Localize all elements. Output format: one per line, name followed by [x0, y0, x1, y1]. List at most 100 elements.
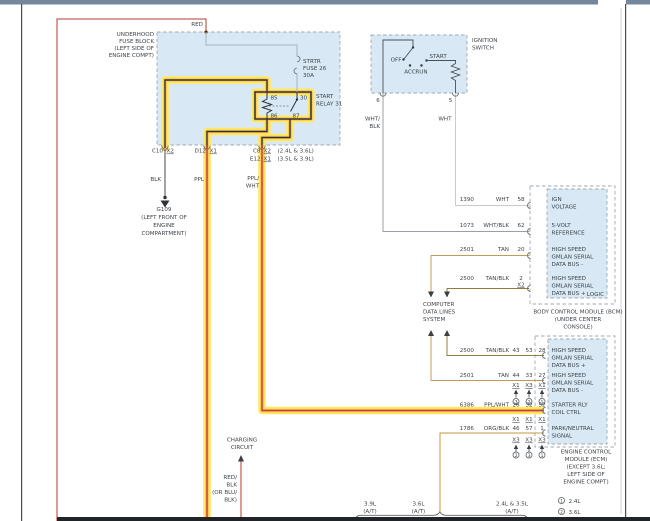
wire-color-label: BLK [226, 483, 237, 489]
pin-function: PARK/NEUTRAL [552, 426, 595, 432]
ecm-caption: MODULE (ECM) [565, 457, 608, 463]
circuit-number: 1390 [460, 197, 475, 203]
frame-right [625, 4, 626, 521]
variant-ref: 2 [515, 453, 518, 459]
connector-id: D12 [195, 149, 206, 155]
relay-pin-number: 85 [271, 96, 279, 102]
fuse-label: FUSE 26 [303, 66, 327, 72]
pin-number: 58 [517, 197, 525, 203]
pin-number: 32 [525, 403, 532, 409]
bcm-caption: BODY CONTROL MODULE (BCM) [533, 310, 622, 316]
pin-number: 46 [512, 426, 520, 432]
ignition-title: SWITCH [472, 46, 494, 52]
relay-label: START [316, 94, 334, 100]
wire-color-label: TAN [497, 373, 509, 379]
ignition-switch-box[interactable] [371, 35, 467, 93]
variant-label: (A/T) [412, 509, 426, 515]
variant-label: (A/T) [505, 509, 519, 515]
bcm-caption: CONSOLE) [563, 325, 592, 331]
pin-function: IGN [552, 197, 562, 203]
pin-number: 1 [540, 426, 544, 432]
top-bar [0, 0, 650, 5]
pin-number: 27 [538, 373, 546, 379]
connector-id: E12 [250, 157, 261, 163]
ground-label: (LEFT FRONT OF [141, 215, 187, 221]
wire-color-label: WHT [246, 184, 260, 190]
connector-pin: X2 [264, 149, 271, 155]
pin-connector: X1 [538, 383, 546, 389]
legend-num: 1 [560, 498, 563, 504]
pin-connector: X2 [517, 283, 524, 289]
ground-label: G109 [156, 207, 171, 213]
pin-number: 6 [376, 98, 380, 104]
switch-position: ACC [404, 70, 416, 76]
pin-number: 5 [449, 98, 453, 104]
relay-pin-number: 86 [271, 114, 279, 120]
charging-label: CIRCUIT [231, 445, 254, 451]
switch-position: START [430, 54, 448, 60]
pin-function: HIGH SPEED [552, 276, 586, 282]
wire-color-label: RED/ [223, 475, 237, 481]
logic-label: LOGIC [587, 292, 604, 298]
connector-pin: X1 [210, 149, 218, 155]
pin-connector: X3 [525, 438, 533, 444]
wire-color-label: ORG/BLK [484, 426, 509, 432]
bottom-bar [57, 517, 650, 521]
wire-color-label: TAN/BLK [485, 276, 510, 282]
pin-connector: X3 [512, 438, 520, 444]
data-lines-label: SYSTEM [423, 317, 445, 323]
wire-color-label: PPL [194, 177, 205, 183]
ecm-caption: (EXCEPT 3.6L; [566, 465, 605, 471]
variant-label: 3.6L [412, 502, 425, 508]
pin-number: 52 [538, 403, 545, 409]
wire-color-label: PPL/WHT [484, 403, 509, 409]
pin-function: DATA BUS - [552, 388, 583, 394]
relay-label: RELAY 31 [316, 102, 343, 108]
circuit-number: 1073 [460, 223, 475, 229]
pin-function: REFERENCE [552, 231, 586, 237]
pin-connector: X3 [525, 383, 533, 389]
fuse-block-title: (LEFT SIDE OF [114, 46, 154, 52]
pin-function: SIGNAL [552, 434, 574, 440]
ground-label: COMPARTMENT) [141, 231, 186, 237]
pin-number: 28 [538, 348, 546, 354]
variant-ref: 1 [541, 453, 544, 459]
variant-label: 2.4L & 3.5L [496, 502, 529, 508]
ignition-title: IGNITION [472, 38, 497, 44]
pin-function: DATA BUS + [552, 363, 586, 369]
pin-function: DATA BUS - [552, 262, 583, 268]
wiring-diagram: UNDERHOOD FUSE BLOCK (LEFT SIDE OF ENGIN… [0, 0, 650, 521]
variant-ref: 3 [528, 453, 531, 459]
fuse-label: 30A [303, 73, 314, 79]
wire-color-label: TAN/BLK [485, 348, 510, 354]
wire-color-label: BLK [150, 177, 161, 183]
ecm-caption: LEFT SIDE OF [567, 472, 604, 478]
wire-color-label: WHT/BLK [483, 223, 509, 229]
wire-color-label: BLK [369, 124, 380, 130]
circuit-number: 2501 [460, 247, 475, 253]
pin-number: 53 [525, 348, 533, 354]
wire-color-label: BLK) [224, 498, 237, 504]
wire-color-label: WHT [438, 117, 452, 123]
pin-number: 62 [517, 223, 524, 229]
fuse-label: STRTR [303, 59, 321, 65]
pin-connector: X1 [512, 383, 520, 389]
pin-function: HIGH SPEED [552, 247, 586, 253]
page-edge-right [621, 8, 622, 514]
pin-function: DATA BUS + [552, 291, 586, 297]
circuit-number: 2500 [460, 348, 475, 354]
ground-label: ENGINE [153, 223, 175, 229]
wire-color-label: WHT/ [365, 117, 380, 123]
circuit-number: 2500 [460, 276, 475, 282]
wire-color-label: TAN [497, 247, 509, 253]
pin-connector: X1 [525, 417, 533, 423]
fuse-block-title: UNDERHOOD [117, 32, 154, 38]
ecm-caption: ENGINE CONTROL [561, 450, 612, 456]
pin-function: 5-VOLT [552, 223, 572, 229]
contact-off [402, 58, 404, 60]
pin-function: VOLTAGE [552, 205, 578, 211]
pin-function: STARTER RLY [552, 403, 589, 409]
pin-number: 57 [525, 426, 533, 432]
legend-label: 3.6L [569, 510, 582, 516]
top-bar-notch [598, 0, 626, 5]
